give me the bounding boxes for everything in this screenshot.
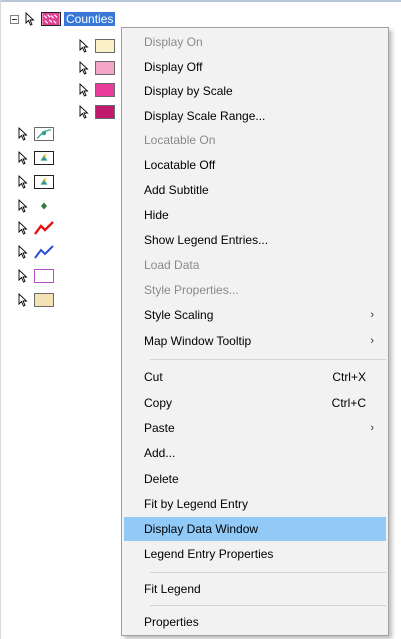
blue-line-symbol-icon: [34, 245, 54, 259]
menu-item-copy[interactable]: Copy Ctrl+C: [124, 391, 386, 415]
tree-child-row[interactable]: [79, 36, 118, 56]
menu-item-label: Properties: [144, 615, 199, 629]
menu-item-label: Locatable On: [144, 133, 216, 147]
menu-item-shortcut: Ctrl+C: [331, 396, 366, 410]
menu-item-label: Fit Legend: [144, 582, 201, 596]
selectable-arrow-icon[interactable]: [18, 127, 28, 141]
tree-row-layer[interactable]: [18, 242, 57, 262]
selectable-arrow-icon[interactable]: [18, 269, 28, 283]
red-line-symbol-icon: [34, 221, 54, 235]
selectable-arrow-icon[interactable]: [25, 12, 35, 26]
tree-row-layer[interactable]: [18, 218, 57, 238]
raster-symbol-icon: [34, 175, 54, 189]
menu-item-add[interactable]: Add...: [124, 441, 386, 465]
panel-left-border: [0, 0, 1, 639]
selectable-arrow-icon[interactable]: [18, 175, 28, 189]
outline-fill-symbol-icon: [34, 269, 54, 283]
menu-item-display-off[interactable]: Display Off: [124, 55, 386, 79]
menu-item-cut[interactable]: Cut Ctrl+X: [124, 365, 386, 389]
menu-item-label: Display by Scale: [144, 84, 233, 98]
tree-row-layer[interactable]: [18, 266, 57, 286]
selectable-arrow-icon[interactable]: [79, 83, 89, 97]
menu-item-add-subtitle[interactable]: Add Subtitle: [124, 178, 386, 202]
menu-item-display-on: Display On: [124, 30, 386, 54]
tree-child-row[interactable]: [79, 80, 118, 100]
selectable-arrow-icon[interactable]: [18, 151, 28, 165]
magenta-fill-symbol-icon: [95, 83, 115, 97]
pattern-fill-symbol-icon: [41, 12, 61, 26]
menu-item-locatable-off[interactable]: Locatable Off: [124, 153, 386, 177]
tree-row-layer[interactable]: [18, 148, 57, 168]
menu-item-label: Display Data Window: [144, 522, 259, 536]
menu-item-label: Show Legend Entries...: [144, 233, 269, 247]
selectable-arrow-icon[interactable]: [79, 61, 89, 75]
selectable-arrow-icon[interactable]: [18, 199, 28, 213]
menu-item-label: Copy: [144, 396, 173, 410]
selectable-arrow-icon[interactable]: [18, 221, 28, 235]
collapse-toggle-icon[interactable]: [10, 14, 19, 24]
menu-item-fit-by-legend-entry[interactable]: Fit by Legend Entry: [124, 492, 386, 516]
menu-item-style-properties: Style Properties...: [124, 278, 386, 302]
tree-row-label-counties[interactable]: Counties: [64, 12, 116, 26]
menu-item-properties[interactable]: Properties: [124, 610, 386, 634]
selectable-arrow-icon[interactable]: [18, 245, 28, 259]
tree-child-row[interactable]: [79, 58, 118, 78]
tree-row-layer[interactable]: [18, 290, 57, 310]
menu-item-load-data: Load Data: [124, 253, 386, 277]
menu-item-label: Delete: [144, 472, 179, 486]
menu-item-display-data-window[interactable]: Display Data Window: [124, 517, 386, 541]
menu-item-map-window-tooltip[interactable]: Map Window Tooltip ›: [124, 329, 386, 353]
menu-item-display-by-scale[interactable]: Display by Scale: [124, 79, 386, 103]
yellow-fill-symbol-icon: [95, 39, 115, 53]
tree-row-layer[interactable]: [18, 172, 57, 192]
line-with-point-symbol-icon: [34, 127, 54, 141]
menu-item-locatable-on: Locatable On: [124, 128, 386, 152]
pink-fill-symbol-icon: [95, 61, 115, 75]
menu-separator: [150, 359, 386, 360]
menu-separator: [150, 605, 386, 606]
menu-item-label: Load Data: [144, 258, 200, 272]
menu-item-label: Display On: [144, 35, 203, 49]
menu-item-label: Map Window Tooltip: [144, 334, 252, 348]
dark-magenta-fill-symbol-icon: [95, 105, 115, 119]
menu-item-label: Cut: [144, 370, 163, 384]
menu-item-label: Hide: [144, 208, 169, 222]
menu-item-legend-entry-properties[interactable]: Legend Entry Properties: [124, 542, 386, 566]
menu-item-label: Display Off: [144, 60, 203, 74]
selectable-arrow-icon[interactable]: [79, 105, 89, 119]
tree-child-row[interactable]: [79, 102, 118, 122]
menu-item-label: Style Scaling: [144, 308, 214, 322]
raster-symbol-icon: [34, 151, 54, 165]
menu-item-paste[interactable]: Paste ›: [124, 416, 386, 440]
menu-item-label: Locatable Off: [144, 158, 216, 172]
menu-item-label: Add Subtitle: [144, 183, 209, 197]
menu-item-label: Style Properties...: [144, 283, 239, 297]
menu-item-show-legend-entries[interactable]: Show Legend Entries...: [124, 228, 386, 252]
menu-item-fit-legend[interactable]: Fit Legend: [124, 577, 386, 601]
menu-item-style-scaling[interactable]: Style Scaling ›: [124, 303, 386, 327]
selectable-arrow-icon[interactable]: [79, 39, 89, 53]
menu-item-label: Paste: [144, 421, 175, 435]
menu-item-shortcut: Ctrl+X: [332, 370, 366, 384]
menu-item-hide[interactable]: Hide: [124, 203, 386, 227]
menu-item-delete[interactable]: Delete: [124, 467, 386, 491]
tree-row-counties[interactable]: Counties: [10, 9, 116, 29]
tan-fill-symbol-icon: [34, 293, 54, 307]
selectable-arrow-icon[interactable]: [18, 293, 28, 307]
menu-item-label: Legend Entry Properties: [144, 547, 274, 561]
tree-row-layer[interactable]: [18, 124, 57, 144]
context-menu: Display On Display Off Display by Scale …: [121, 27, 389, 636]
menu-item-label: Fit by Legend Entry: [144, 497, 249, 511]
tree-row-layer[interactable]: [18, 196, 57, 216]
menu-separator: [150, 572, 386, 573]
point-symbol-icon: [41, 202, 47, 210]
submenu-chevron-icon: ›: [370, 422, 374, 434]
panel-top-border: [0, 0, 401, 2]
menu-item-label: Display Scale Range...: [144, 109, 266, 123]
submenu-chevron-icon: ›: [370, 309, 374, 321]
submenu-chevron-icon: ›: [370, 335, 374, 347]
menu-item-label: Add...: [144, 446, 176, 460]
menu-item-display-scale-range[interactable]: Display Scale Range...: [124, 104, 386, 128]
